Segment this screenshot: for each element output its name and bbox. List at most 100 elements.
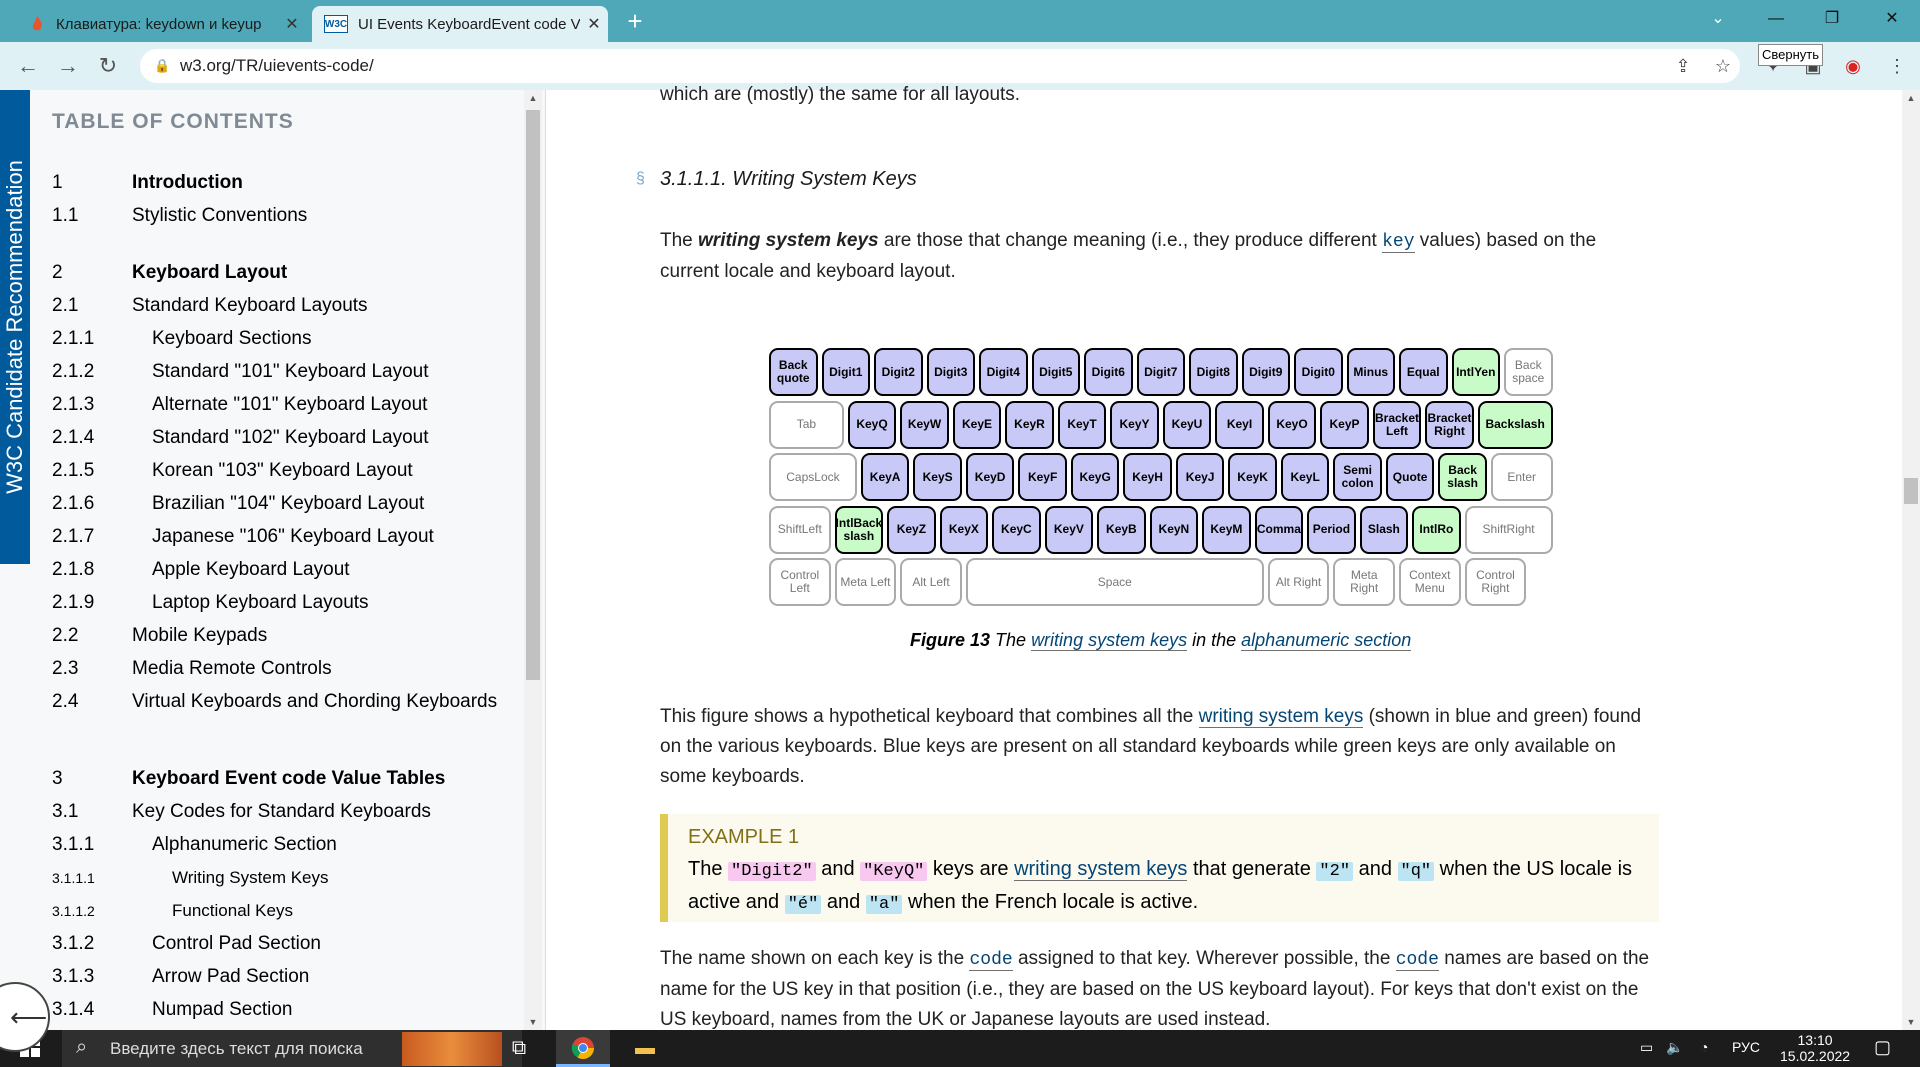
- code-link[interactable]: code: [1395, 950, 1439, 971]
- w3c-icon: W3C: [324, 15, 348, 33]
- scroll-up-icon[interactable]: ▲: [524, 90, 542, 106]
- example-text: The "Digit2" and "KeyQ" keys are writing…: [688, 854, 1648, 920]
- close-window-button[interactable]: ✕: [1864, 0, 1920, 38]
- key-meta-left: Meta Left: [834, 558, 897, 606]
- key-link[interactable]: key: [1382, 232, 1415, 253]
- toc-label: Keyboard Sections: [152, 328, 312, 349]
- close-tab-icon[interactable]: ✕: [580, 14, 608, 34]
- network-icon[interactable]: ◔: [1700, 1039, 1708, 1055]
- new-tab-button[interactable]: +: [620, 6, 650, 36]
- toc-number: 2.1.8: [52, 559, 95, 580]
- toc-number: 2.2: [52, 625, 79, 646]
- text: and: [815, 858, 861, 880]
- toc-number: 2.3: [52, 658, 79, 679]
- figure-caption: Figure 13 The writing system keys in the…: [910, 630, 1412, 651]
- key-keyt: KeyT: [1057, 400, 1107, 449]
- lock-icon: 🔒: [154, 58, 171, 73]
- toc-label: Stylistic Conventions: [132, 205, 308, 226]
- section-anchor-link[interactable]: §: [636, 170, 645, 188]
- address-bar[interactable]: 🔒 w3.org/TR/uievents-code/: [140, 49, 1740, 83]
- key-keyn: KeyN: [1149, 505, 1199, 554]
- tab-keydown[interactable]: Клавиатура: keydown и keyup ✕: [16, 6, 306, 42]
- share-icon[interactable]: ⇪: [1666, 49, 1700, 83]
- toc-label: Media Remote Controls: [132, 658, 332, 679]
- term-writing-system-keys: writing system keys: [698, 230, 879, 251]
- chrome-icon[interactable]: [556, 1030, 610, 1067]
- key-keyv: KeyV: [1044, 505, 1094, 554]
- scroll-up-icon[interactable]: ▲: [1902, 90, 1920, 106]
- sidebar-scroll-thumb[interactable]: [526, 110, 540, 680]
- back-arrow-icon[interactable]: ←: [12, 50, 44, 82]
- toc-label: Arrow Pad Section: [152, 966, 310, 987]
- windows-taskbar: ⌕ Введите здесь текст для поиска ⧉ ▬ ▭ 🔈…: [0, 1030, 1920, 1067]
- search-highlight-image: [402, 1032, 502, 1066]
- volume-icon[interactable]: 🔈: [1666, 1039, 1683, 1056]
- menu-kebab-icon[interactable]: ⋮: [1880, 49, 1914, 83]
- scroll-down-icon[interactable]: ▼: [1902, 1014, 1920, 1030]
- key-space: Space: [965, 558, 1264, 606]
- code-digit2: "Digit2": [728, 862, 816, 881]
- notifications-icon[interactable]: ▢: [1874, 1037, 1891, 1058]
- minimize-button[interactable]: —: [1748, 0, 1804, 38]
- writing-system-keys-link[interactable]: writing system keys: [1031, 630, 1188, 651]
- clock[interactable]: 13:10 15.02.2022: [1780, 1032, 1850, 1064]
- tab-strip: Клавиатура: keydown и keyup ✕ W3C UI Eve…: [0, 0, 1920, 42]
- toc-label: Standard Keyboard Layouts: [132, 295, 368, 316]
- tab-search-icon[interactable]: ⌄: [1690, 0, 1746, 38]
- key-backslash: Backslash: [1477, 400, 1553, 449]
- tab-uievents[interactable]: W3C UI Events KeyboardEvent code Va ✕: [312, 6, 608, 42]
- value-a: "a": [865, 895, 903, 914]
- key-keyq: KeyQ: [847, 400, 897, 449]
- toc-number: 3.1.2: [52, 933, 95, 954]
- key-digit8: Digit8: [1189, 348, 1238, 396]
- text: assigned to that key. Wherever possible,…: [1012, 948, 1396, 969]
- key-digit9: Digit9: [1241, 348, 1290, 396]
- taskbar-search-box[interactable]: ⌕ Введите здесь текст для поиска: [62, 1030, 522, 1067]
- key-digit5: Digit5: [1031, 348, 1080, 396]
- file-explorer-icon[interactable]: ▬: [618, 1030, 672, 1067]
- key-keyx: KeyX: [939, 505, 989, 554]
- alphanumeric-section-link[interactable]: alphanumeric section: [1241, 630, 1412, 651]
- figure-number: Figure 13: [910, 630, 991, 650]
- main-scroll-thumb[interactable]: [1904, 478, 1918, 504]
- close-tab-icon[interactable]: ✕: [278, 14, 306, 34]
- text: The: [990, 630, 1032, 650]
- text: are those that change meaning (i.e., the…: [878, 230, 1383, 251]
- toc-label: Control Pad Section: [152, 933, 321, 954]
- maximize-button[interactable]: ❐: [1804, 0, 1860, 38]
- example-heading: EXAMPLE 1: [688, 826, 800, 848]
- toc-number: 2.1.9: [52, 592, 95, 613]
- code-link[interactable]: code: [969, 950, 1013, 971]
- writing-system-keys-link[interactable]: writing system keys: [1198, 706, 1364, 728]
- text: that generate: [1187, 858, 1317, 880]
- language-indicator[interactable]: РУС: [1732, 1039, 1760, 1055]
- forward-arrow-icon[interactable]: →: [52, 50, 84, 82]
- key-intlback-slash: IntlBack slash: [834, 505, 884, 554]
- key-meta-right: Meta Right: [1333, 558, 1395, 606]
- battery-icon[interactable]: ▭: [1640, 1039, 1653, 1056]
- text: and: [821, 891, 866, 913]
- star-icon[interactable]: ☆: [1706, 49, 1740, 83]
- key-keyy: KeyY: [1110, 400, 1159, 449]
- profile-icon[interactable]: ◉: [1836, 49, 1870, 83]
- text: The name shown on each key is the: [660, 948, 970, 969]
- reload-icon[interactable]: ↻: [92, 50, 124, 82]
- toc-label: Standard "102" Keyboard Layout: [152, 427, 429, 448]
- key-semi-colon: Semi colon: [1333, 453, 1382, 501]
- text: when the French locale is active.: [902, 891, 1199, 913]
- key-shiftright: ShiftRight: [1464, 505, 1553, 554]
- main-scrollbar[interactable]: [1902, 90, 1920, 1030]
- writing-system-keys-link[interactable]: writing system keys: [1014, 858, 1188, 881]
- scroll-down-icon[interactable]: ▼: [524, 1014, 542, 1030]
- key-keym: KeyM: [1202, 505, 1251, 554]
- toc-number: 2.1: [52, 295, 79, 316]
- time: 13:10: [1797, 1032, 1833, 1048]
- toc-number: 2.1.7: [52, 526, 95, 547]
- toc-number: 3: [52, 768, 63, 789]
- toc-label: Alphanumeric Section: [152, 834, 337, 855]
- toc-label: Introduction: [132, 172, 243, 193]
- w3c-status-stamp[interactable]: W3C Candidate Recommendation: [0, 90, 30, 564]
- key-bracket-left: Bracket Left: [1372, 400, 1422, 449]
- toc-number: 2.1.2: [52, 361, 95, 382]
- task-view-icon[interactable]: ⧉: [492, 1030, 546, 1067]
